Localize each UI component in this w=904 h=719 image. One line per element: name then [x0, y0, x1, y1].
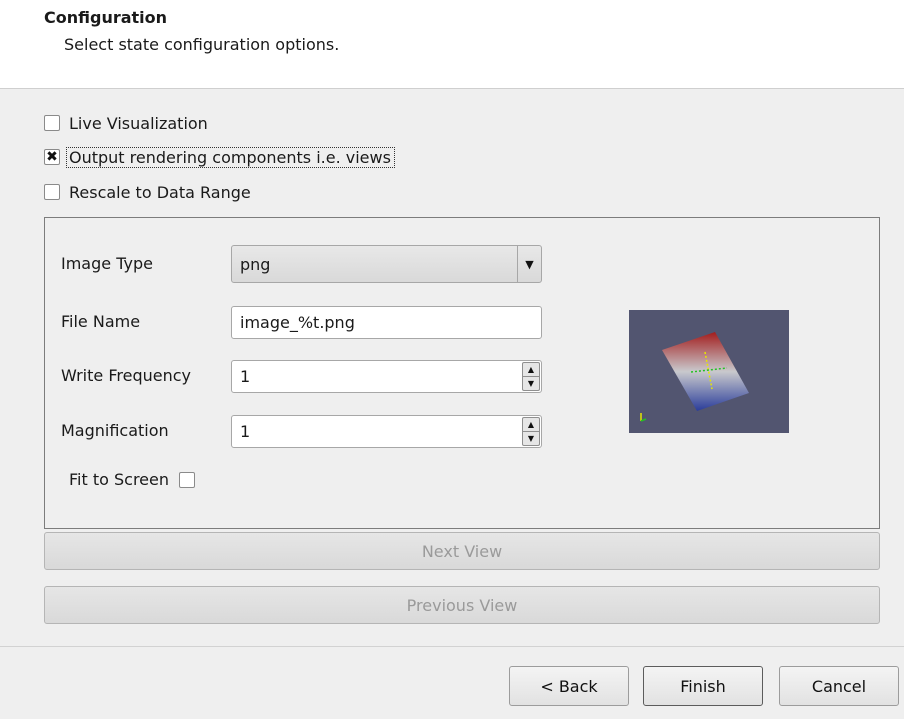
image-type-dropdown[interactable]: png ▼: [231, 245, 542, 283]
file-name-label: File Name: [61, 312, 141, 331]
finish-button[interactable]: Finish: [643, 666, 763, 706]
back-button[interactable]: < Back: [509, 666, 629, 706]
write-frequency-spinbox[interactable]: 1 ▲ ▼: [231, 360, 542, 393]
spin-down-icon[interactable]: ▼: [522, 432, 540, 446]
dropdown-arrow-icon[interactable]: ▼: [517, 246, 541, 282]
live-visualization-checkbox[interactable]: Live Visualization: [44, 111, 208, 135]
magnification-spinbox[interactable]: 1 ▲ ▼: [231, 415, 542, 448]
output-rendering-checkbox[interactable]: ✖ Output rendering components i.e. views: [44, 145, 395, 169]
footer-divider: [0, 646, 904, 647]
header-divider: [0, 88, 904, 89]
magnification-label: Magnification: [61, 421, 169, 440]
unchecked-box-icon[interactable]: [44, 184, 60, 200]
live-visualization-label: Live Visualization: [69, 113, 208, 133]
spin-down-icon[interactable]: ▼: [522, 377, 540, 391]
rescale-checkbox[interactable]: Rescale to Data Range: [44, 180, 251, 204]
output-rendering-label: Output rendering components i.e. views: [66, 146, 395, 168]
image-type-label: Image Type: [61, 254, 153, 273]
page-subtitle: Select state configuration options.: [64, 35, 340, 54]
unchecked-box-icon[interactable]: [44, 115, 60, 131]
view-preview-thumbnail: [629, 310, 789, 433]
write-frequency-label: Write Frequency: [61, 366, 191, 385]
wizard-header: Configuration Select state configuration…: [0, 0, 904, 88]
previous-view-button[interactable]: Previous View: [44, 586, 880, 624]
next-view-button[interactable]: Next View: [44, 532, 880, 570]
file-name-value: image_%t.png: [240, 313, 355, 332]
rendered-cube-image: [640, 332, 749, 422]
checked-box-icon[interactable]: ✖: [44, 149, 60, 165]
image-type-value: png: [240, 254, 271, 274]
cancel-button[interactable]: Cancel: [779, 666, 899, 706]
fit-to-screen-checkbox[interactable]: Fit to Screen: [69, 470, 195, 489]
magnification-value: 1: [240, 422, 251, 441]
fit-to-screen-label: Fit to Screen: [69, 470, 169, 489]
rescale-label: Rescale to Data Range: [69, 182, 251, 202]
spin-up-icon[interactable]: ▲: [522, 417, 540, 432]
page-title: Configuration: [44, 8, 168, 27]
file-name-input[interactable]: image_%t.png: [231, 306, 542, 339]
spin-up-icon[interactable]: ▲: [522, 362, 540, 377]
write-frequency-value: 1: [240, 367, 251, 386]
rendering-options-group: Image Type png ▼ File Name image_%t.png …: [44, 217, 880, 529]
unchecked-box-icon[interactable]: [179, 471, 195, 488]
